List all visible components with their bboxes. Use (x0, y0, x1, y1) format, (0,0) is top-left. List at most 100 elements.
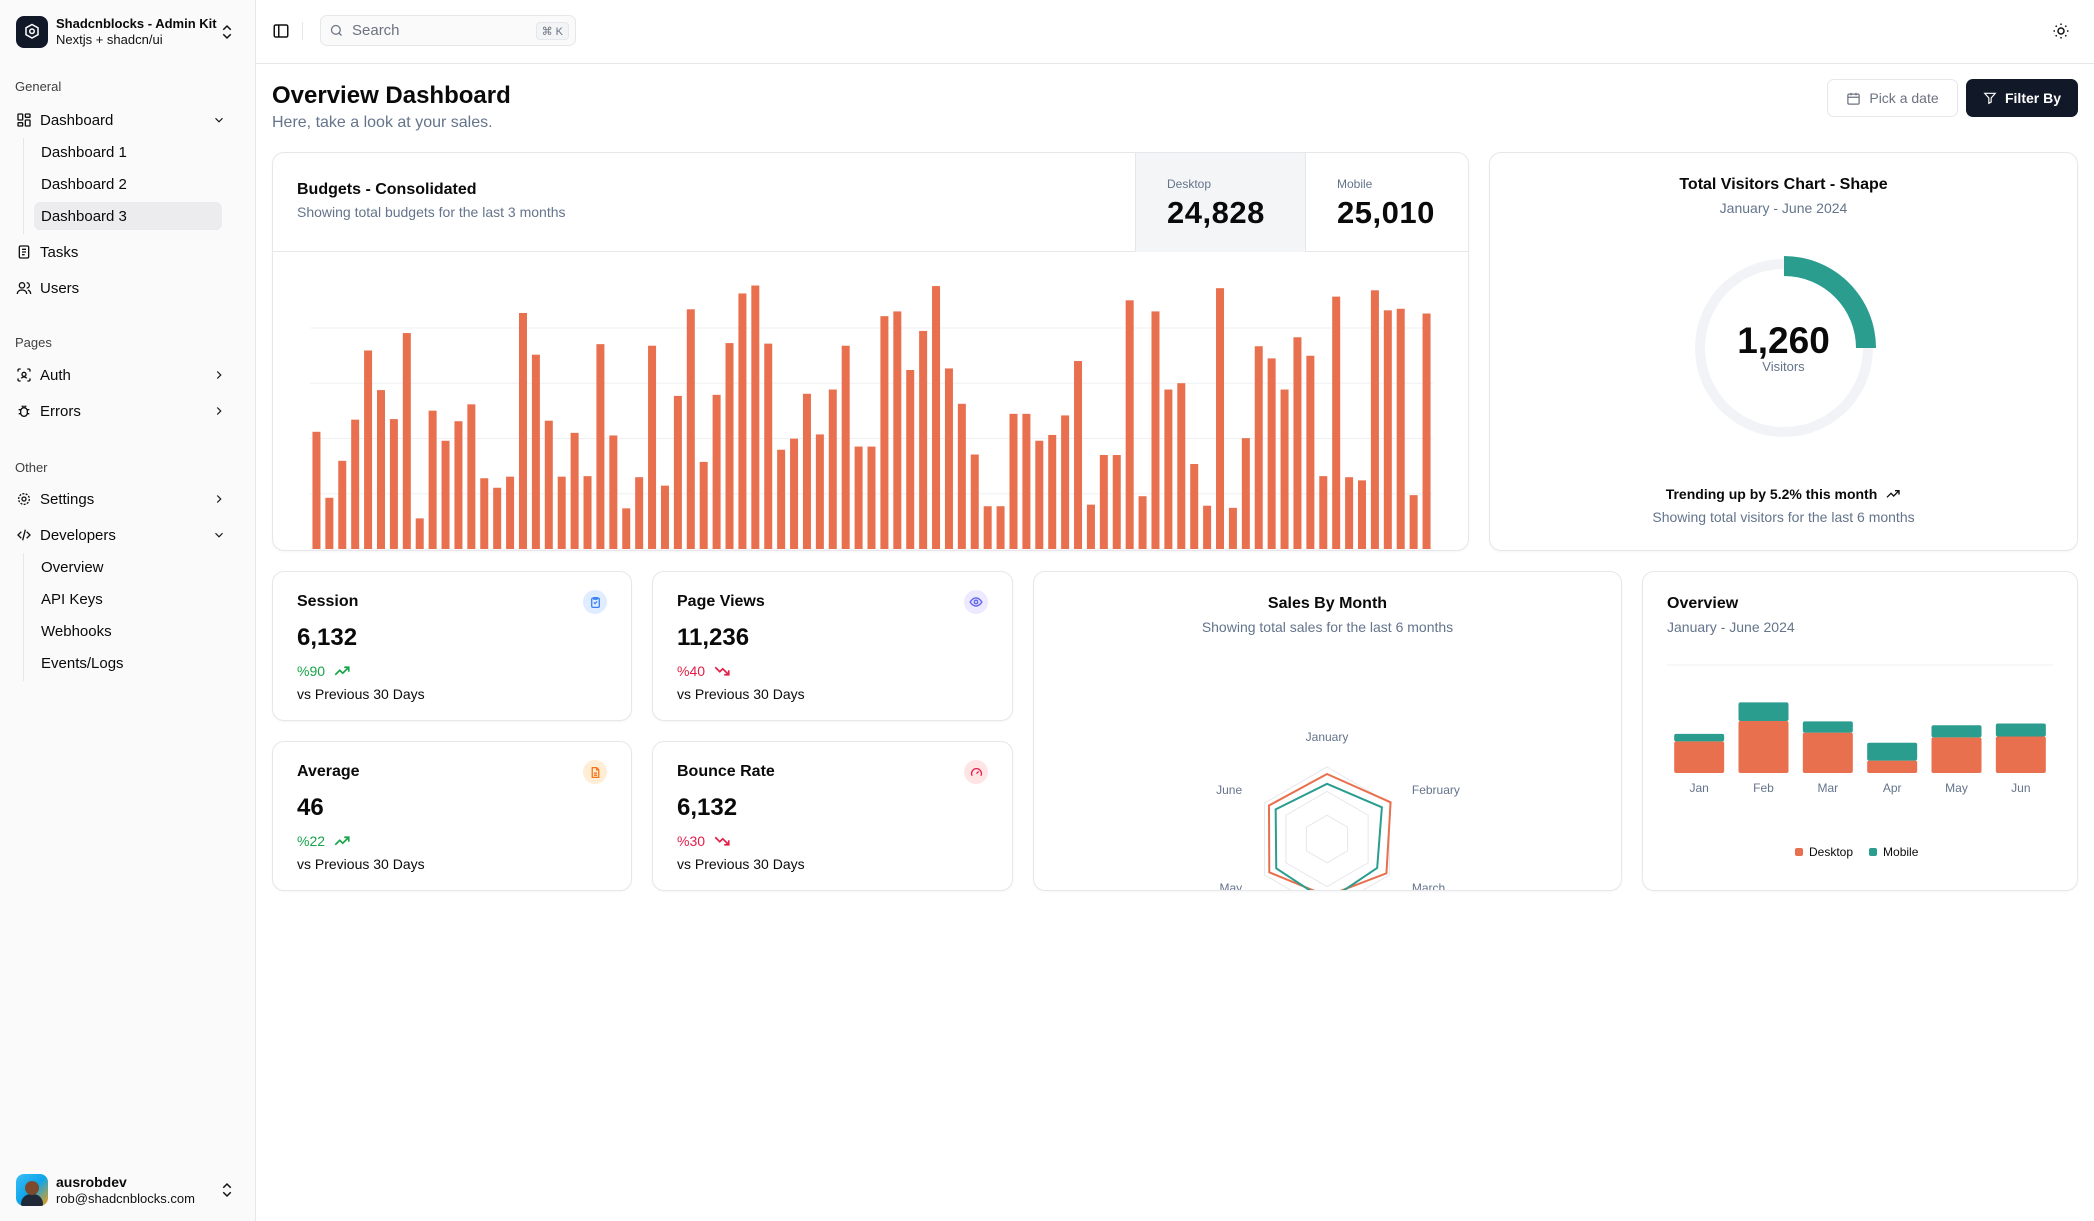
budget-bar (1383, 310, 1392, 549)
sidebar-item-label: Auth (40, 366, 71, 384)
sidebar-subitem-dashboard-3[interactable]: Dashboard 3 (34, 202, 222, 230)
sidebar-subitem-webhooks[interactable]: Webhooks (34, 617, 222, 645)
metric-card-bounce-rate: Bounce Rate 6,132 %30 vs Previous 30 Day… (652, 741, 1013, 891)
overview-bar-desktop (1995, 736, 2046, 773)
sidebar-subitem-dashboard-2[interactable]: Dashboard 2 (34, 170, 222, 198)
budget-bar (906, 370, 915, 549)
budget-bar (944, 368, 953, 549)
budget-bar (1151, 311, 1160, 549)
trending-down-icon (714, 666, 730, 676)
budget-bar (389, 419, 398, 549)
budget-bar (828, 389, 837, 549)
dashboard-subtree: Dashboard 1 Dashboard 2 Dashboard 3 (23, 138, 222, 234)
budget-bar (1190, 463, 1199, 549)
metric-title: Bounce Rate (677, 763, 775, 780)
budget-bar (1216, 288, 1225, 549)
chevron-down-icon (215, 532, 223, 538)
group-label-general: General (15, 79, 62, 94)
radar-series-line (1274, 782, 1383, 890)
sales-radar-chart: JanuaryFebruaryMarchAprilMayJune (1216, 730, 1460, 890)
sidebar-subitem-api-keys[interactable]: API Keys (34, 585, 222, 613)
page-title: Overview Dashboard (272, 82, 511, 109)
radar-grid (1305, 814, 1349, 864)
radar-series-line (1267, 772, 1392, 890)
overview-bar-mobile (1867, 742, 1918, 761)
sidebar-item-developers[interactable]: Developers (10, 520, 242, 550)
desktop-stat-toggle[interactable]: Desktop 24,828 (1135, 153, 1305, 252)
sidebar-item-dashboard[interactable]: Dashboard (10, 105, 242, 135)
sidebar-item-errors[interactable]: Errors (10, 396, 242, 426)
metric-card-page-views: Page Views 11,236 %40 vs Previous 30 Day… (652, 571, 1013, 721)
sidebar-subitem-dashboard-1[interactable]: Dashboard 1 (34, 138, 222, 166)
budget-bar (1396, 308, 1405, 549)
budget-bar (1009, 413, 1018, 549)
sales-by-month-card: Sales By Month Showing total sales for t… (1033, 571, 1622, 891)
sidebar-item-settings[interactable]: Settings (10, 484, 242, 514)
sidebar-toggle-icon[interactable] (272, 22, 290, 40)
budgets-card-header: Budgets - Consolidated Showing total bud… (273, 153, 1468, 252)
team-switcher[interactable]: Shadcnblocks - Admin Kit Nextjs + shadcn… (16, 15, 244, 49)
budget-bar (893, 311, 902, 549)
user-menu[interactable]: ausrobdev rob@shadcnblocks.com (16, 1173, 244, 1207)
budget-bar (1332, 296, 1341, 549)
mobile-stat-toggle[interactable]: Mobile 25,010 (1305, 153, 1468, 252)
chevrons-up-down-icon (222, 1182, 232, 1198)
sidebar-item-auth[interactable]: Auth (10, 360, 242, 390)
visitors-value-label: Visitors (1762, 359, 1805, 374)
sidebar-subitem-overview[interactable]: Overview (34, 553, 222, 581)
overview-stacked-bar-chart: Jan Feb Mar Apr May Jun (1667, 664, 2053, 795)
developers-subtree: Overview API Keys Webhooks Events/Logs (23, 553, 124, 681)
budget-bar (1422, 313, 1431, 549)
budget-bar (790, 438, 799, 549)
radar-axis-label: January (1306, 730, 1349, 744)
chevron-down-icon (215, 117, 223, 123)
chevron-right-icon (216, 371, 222, 379)
gauge-icon (964, 760, 988, 784)
filter-by-button[interactable]: Filter By (1966, 79, 2078, 117)
budget-bar (1074, 361, 1083, 549)
budget-bar (1241, 438, 1250, 549)
budget-bar (635, 477, 644, 549)
metric-comparison: vs Previous 30 Days (677, 686, 805, 702)
metric-title: Average (297, 763, 360, 780)
metric-value: 6,132 (297, 624, 358, 651)
mobile-stat-label: Mobile (1337, 177, 1373, 191)
visitors-trend: Trending up by 5.2% this month (1490, 486, 2077, 502)
budget-bar (1319, 476, 1328, 549)
sidebar-item-tasks[interactable]: Tasks (10, 237, 242, 267)
pick-date-button[interactable]: Pick a date (1827, 79, 1958, 117)
budget-bar (970, 454, 979, 549)
search-icon (330, 24, 342, 36)
budget-bar (712, 394, 721, 549)
budget-bar (1112, 455, 1121, 549)
budget-bar (1164, 389, 1173, 549)
file-icon (583, 760, 607, 784)
search-input[interactable]: Search ⌘ K (320, 15, 576, 46)
sun-icon[interactable] (2052, 22, 2070, 40)
budget-bar (1306, 355, 1315, 549)
metric-title: Session (297, 593, 359, 610)
sidebar-item-label: Users (40, 279, 80, 297)
overview-bar-mobile (1802, 721, 1853, 733)
budget-bar (1061, 415, 1070, 549)
pick-date-label: Pick a date (1869, 90, 1939, 106)
sidebar-subitem-events-logs[interactable]: Events/Logs (34, 649, 222, 677)
metric-comparison: vs Previous 30 Days (297, 686, 425, 702)
overview-legend: Desktop Mobile (1795, 845, 1918, 859)
budget-bar (441, 440, 450, 549)
budget-bar (1254, 346, 1263, 549)
x-tick-label: Jan (1689, 781, 1708, 795)
budget-bar (841, 345, 850, 549)
budget-bar (932, 286, 941, 549)
budget-bar (1125, 300, 1134, 549)
header-divider (302, 22, 303, 40)
radar-grid (1285, 790, 1369, 888)
users-icon (16, 280, 32, 296)
legend-label-mobile: Mobile (1883, 845, 1919, 859)
code-icon (16, 527, 32, 543)
desktop-stat-label: Desktop (1167, 177, 1212, 191)
chevron-right-icon (216, 495, 222, 503)
sidebar-item-users[interactable]: Users (10, 273, 242, 303)
sidebar-item-label: Errors (40, 402, 81, 420)
user-name: ausrobdev (56, 1173, 127, 1190)
